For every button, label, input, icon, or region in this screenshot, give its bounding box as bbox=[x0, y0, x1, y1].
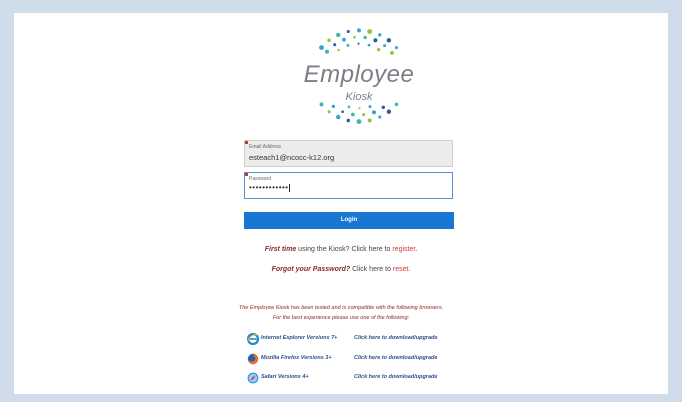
logo-dot bbox=[319, 102, 324, 107]
compatibility-note: The Employee Kiosk has been tested and i… bbox=[238, 305, 444, 311]
logo-dot bbox=[341, 110, 344, 114]
logo-title: Employee bbox=[303, 61, 415, 88]
login-card: Employee Kiosk Email Address esteach1@nc… bbox=[14, 13, 668, 394]
logo-dot bbox=[353, 35, 356, 39]
logo-dot bbox=[346, 29, 350, 34]
password-value-wrap[interactable]: •••••••••••• bbox=[249, 183, 290, 192]
logo-dot bbox=[346, 43, 350, 47]
email-field[interactable]: Email Address esteach1@ncocc-k12.org bbox=[244, 140, 453, 167]
password-label: Password bbox=[249, 176, 271, 182]
logo-dot bbox=[358, 107, 361, 110]
password-value[interactable]: •••••••••••• bbox=[249, 183, 289, 192]
logo-dot bbox=[381, 105, 386, 110]
logo-dot bbox=[386, 38, 392, 43]
first-time-tail: . bbox=[415, 246, 418, 253]
browser-name: Safari Versions 4+ bbox=[261, 374, 309, 380]
logo-dot bbox=[336, 114, 341, 120]
logo-dot bbox=[368, 105, 372, 109]
first-time-emphasis: First time bbox=[264, 246, 297, 253]
logo-dot bbox=[373, 38, 378, 43]
browser-row-safari: Safari Versions 4+ Click here to downloa… bbox=[247, 372, 477, 384]
logo-dot bbox=[336, 32, 341, 38]
first-time-line: First time using the Kiosk? Click here t… bbox=[14, 246, 668, 253]
employee-kiosk-logo: Employee Kiosk bbox=[300, 21, 418, 129]
logo-dot bbox=[347, 105, 351, 109]
logo-dot bbox=[327, 38, 331, 43]
logo-dot bbox=[367, 43, 371, 47]
download-link-safari[interactable]: Click here to download/upgrade bbox=[354, 374, 437, 380]
logo-dot bbox=[386, 109, 392, 114]
email-value[interactable]: esteach1@ncocc-k12.org bbox=[249, 153, 334, 162]
logo-dot bbox=[371, 110, 377, 115]
logo-dot bbox=[331, 104, 336, 109]
logo-dot bbox=[356, 119, 362, 125]
logo-dot bbox=[376, 47, 381, 52]
logo-dot bbox=[351, 112, 355, 117]
logo-dot bbox=[346, 118, 351, 123]
forgot-password-line: Forgot your Password? Click here to rese… bbox=[14, 266, 668, 273]
logo-dot bbox=[394, 46, 399, 50]
password-field[interactable]: Password •••••••••••• bbox=[244, 172, 453, 199]
browser-row-firefox: Mozilla Firefox Versions 3+ Click here t… bbox=[247, 353, 477, 365]
browser-name: Internet Explorer Versions 7+ bbox=[261, 335, 338, 341]
required-marker bbox=[245, 173, 248, 176]
firefox-icon bbox=[247, 353, 259, 365]
forgot-emphasis: Forgot your Password? bbox=[271, 266, 351, 273]
logo-dot bbox=[378, 33, 382, 37]
logo-dot bbox=[383, 44, 387, 48]
logo-dot bbox=[337, 48, 340, 52]
logo-dot bbox=[367, 118, 372, 123]
browser-row-ie: Internet Explorer Versions 7+ Click here… bbox=[247, 333, 477, 345]
text-cursor bbox=[288, 183, 290, 192]
safari-icon bbox=[247, 372, 259, 384]
logo-dot bbox=[362, 113, 366, 117]
internet-explorer-icon bbox=[247, 333, 259, 345]
login-button[interactable]: Login bbox=[244, 212, 454, 229]
logo-subtitle: Kiosk bbox=[345, 91, 373, 103]
forgot-tail: . bbox=[408, 266, 411, 273]
email-label: Email Address bbox=[249, 144, 281, 150]
reset-link[interactable]: reset bbox=[393, 266, 409, 273]
logo-dot bbox=[390, 51, 394, 55]
logo-dot bbox=[333, 43, 337, 47]
logo-dot bbox=[324, 49, 330, 54]
download-link-ie[interactable]: Click here to download/upgrade bbox=[354, 335, 437, 341]
logo-dot bbox=[394, 102, 399, 107]
logo-dot bbox=[357, 28, 361, 33]
browser-name: Mozilla Firefox Versions 3+ bbox=[261, 355, 332, 361]
logo-dot bbox=[327, 110, 331, 114]
logo-dot bbox=[342, 37, 346, 42]
register-link[interactable]: register bbox=[392, 246, 415, 253]
compatibility-instruction: For the best experience please use one o… bbox=[272, 315, 410, 321]
logo-dot bbox=[357, 42, 360, 45]
logo-dot bbox=[367, 29, 373, 34]
download-link-firefox[interactable]: Click here to download/upgrade bbox=[354, 355, 437, 361]
logo-dot bbox=[363, 35, 367, 40]
required-marker bbox=[245, 141, 248, 144]
logo-dot bbox=[378, 115, 382, 119]
logo-dot bbox=[319, 45, 324, 51]
first-time-text: using the Kiosk? Click here to bbox=[296, 246, 393, 253]
forgot-text: Click here to bbox=[350, 266, 393, 273]
